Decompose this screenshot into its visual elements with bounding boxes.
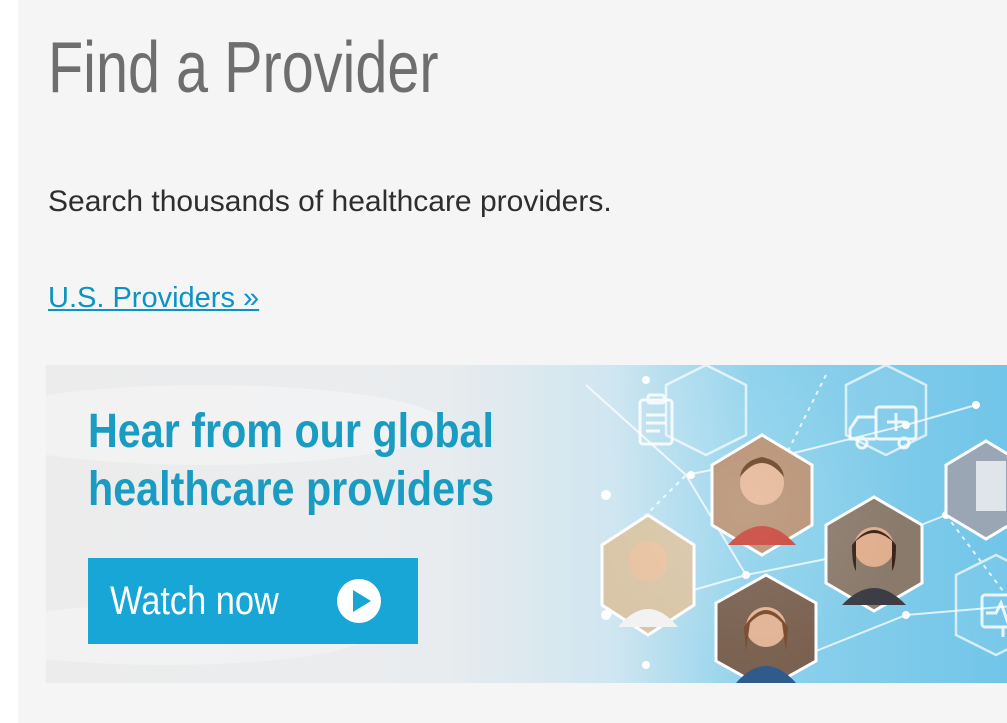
watch-now-label: Watch now	[110, 579, 279, 623]
us-providers-link[interactable]: U.S. Providers »	[48, 284, 259, 313]
banner-headline-line-2: healthcare providers	[88, 463, 495, 516]
play-icon	[337, 579, 381, 623]
video-promo-banner[interactable]: Hear from our global healthcare provider…	[46, 365, 1007, 683]
banner-headline-line-1: Hear from our global	[88, 405, 494, 458]
page-title: Find a Provider	[48, 28, 439, 108]
provider-photo-partial	[944, 439, 1007, 541]
page: Find a Provider Search thousands of heal…	[0, 0, 1007, 723]
watch-now-button[interactable]: Watch now	[88, 558, 418, 644]
banner-headline: Hear from our global healthcare provider…	[88, 403, 494, 519]
page-subtitle: Search thousands of healthcare providers…	[48, 185, 612, 218]
content-panel: Find a Provider Search thousands of heal…	[18, 0, 1007, 723]
